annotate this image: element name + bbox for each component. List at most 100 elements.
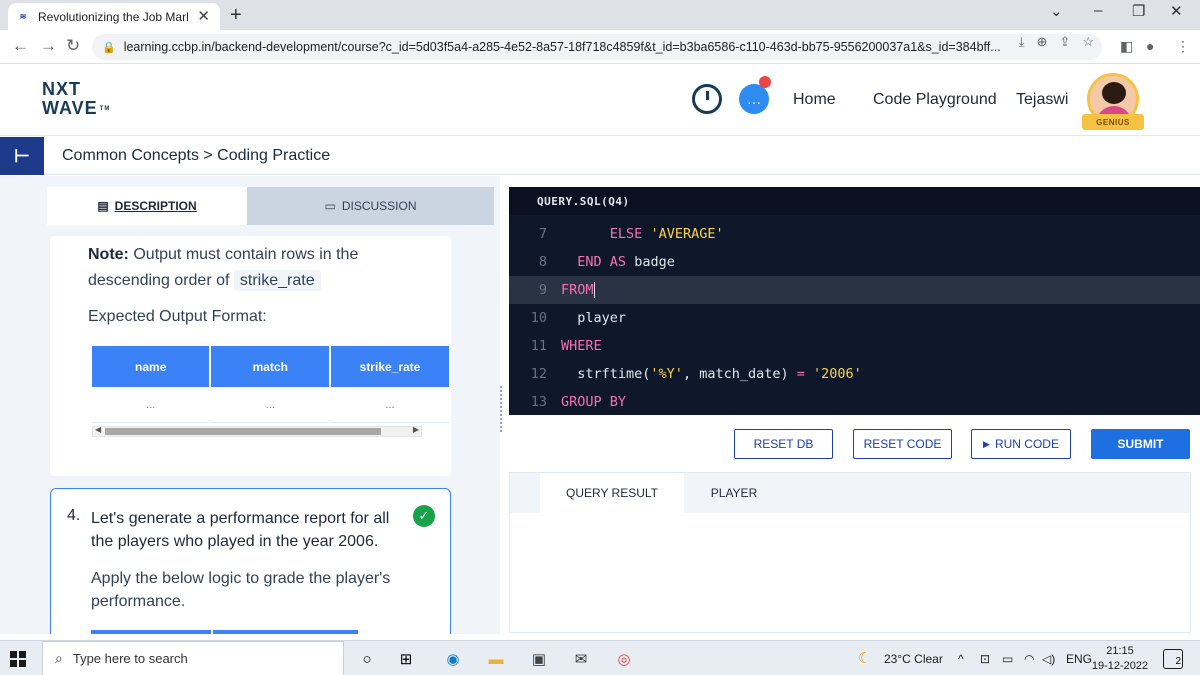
play-icon: ▶ (983, 438, 990, 449)
table-scrollbar[interactable]: ◀ ▶ (92, 425, 422, 437)
wifi-icon[interactable]: ◠ (1024, 652, 1034, 666)
line-code[interactable]: WHERE (561, 332, 602, 360)
line-number: 11 (530, 338, 547, 354)
tab-player[interactable]: PLAYER (684, 473, 784, 513)
back-icon[interactable]: ← (12, 36, 29, 56)
table-header-strip (213, 630, 358, 634)
minimize-icon[interactable]: – (1094, 2, 1102, 19)
logic-text: Apply the below logic to grade the playe… (91, 570, 391, 610)
lock-icon[interactable]: 🔒 (102, 41, 116, 54)
browser-tabbar: ≋ Revolutionizing the Job Market | ✕ + ⌄… (0, 0, 1200, 30)
editor-line[interactable]: 10 player (509, 304, 1200, 332)
bookmark-star-icon[interactable]: ☆ (1082, 34, 1094, 50)
code-token: strftime( (577, 366, 651, 382)
editor-line[interactable]: 11 WHERE (509, 332, 1200, 360)
url-text[interactable]: learning.ccbp.in/backend-development/cou… (124, 40, 1024, 54)
discussion-icon: ▭ (324, 199, 336, 213)
editor-line[interactable]: 8 END AS badge (509, 248, 1200, 276)
tab-discussion[interactable]: ▭ DISCUSSION (247, 187, 494, 225)
install-icon[interactable]: ⤓ (1019, 34, 1025, 50)
line-code[interactable]: player (561, 304, 626, 332)
browser-menu-icon[interactable]: ⋮ (1176, 38, 1190, 55)
omnibox-actions: ⤓ ⊕ ⇪ ☆ (1019, 34, 1094, 50)
scroll-right-icon[interactable]: ▶ (413, 425, 419, 434)
mail-icon[interactable]: ✉ (569, 647, 593, 671)
tab-search-icon[interactable]: ⌄ (1050, 2, 1063, 20)
submit-button[interactable]: SUBMIT (1091, 429, 1190, 459)
window-close-icon[interactable]: ✕ (1170, 2, 1183, 20)
scroll-left-icon[interactable]: ◀ (95, 425, 101, 434)
store-icon[interactable]: ▣ (527, 647, 551, 671)
run-code-label: RUN CODE (994, 437, 1059, 451)
battery-icon[interactable]: ▭ (1002, 652, 1013, 666)
line-number: 10 (530, 310, 547, 326)
editor-line[interactable]: 12 strftime('%Y', match_date) = '2006' (509, 360, 1200, 388)
nav-user-name[interactable]: Tejaswi (1016, 91, 1068, 109)
code-token: badge (626, 254, 675, 270)
search-placeholder: Type here to search (72, 651, 188, 666)
new-tab-button[interactable]: + (230, 4, 242, 27)
file-explorer-icon[interactable]: ▬ (484, 647, 508, 671)
result-tabs: QUERY RESULT PLAYER (510, 473, 1190, 513)
browser-tab[interactable]: ≋ Revolutionizing the Job Market | ✕ (8, 3, 220, 30)
address-bar[interactable]: 🔒 learning.ccbp.in/backend-development/c… (92, 34, 1102, 60)
nav-code-playground[interactable]: Code Playground (873, 91, 997, 109)
tab-query-result[interactable]: QUERY RESULT (540, 473, 684, 513)
zoom-icon[interactable]: ⊕ (1037, 34, 1048, 50)
editor-line[interactable]: 13 GROUP BY (509, 388, 1200, 415)
line-code[interactable]: ELSE 'AVERAGE' (561, 220, 724, 248)
scrollbar-thumb[interactable] (105, 428, 381, 435)
editor-line[interactable]: 9 FROM (509, 276, 1200, 304)
windows-start-icon[interactable] (10, 651, 26, 667)
task-view-icon[interactable]: ⊞ (394, 647, 418, 671)
cortana-icon[interactable]: ○ (355, 647, 379, 671)
volume-icon[interactable]: ◁) (1042, 652, 1055, 666)
logo-line1: NXT (42, 79, 81, 99)
system-clock[interactable]: 21:15 19-12-2022 (1090, 644, 1150, 674)
clock-time: 21:15 (1106, 645, 1134, 657)
reset-db-button[interactable]: RESET DB (734, 429, 833, 459)
restore-icon[interactable]: ❐ (1132, 2, 1145, 20)
nav-home[interactable]: Home (793, 91, 836, 109)
tray-app-icon[interactable]: ⊡ (980, 652, 990, 666)
close-tab-icon[interactable]: ✕ (197, 7, 210, 25)
line-code[interactable]: strftime('%Y', match_date) = '2006' (561, 360, 862, 388)
weather-text[interactable]: 23°C Clear (884, 652, 943, 666)
tray-chevron-icon[interactable]: ^ (958, 652, 964, 666)
language-indicator[interactable]: ENG (1066, 652, 1092, 666)
breadcrumb[interactable]: Common Concepts > Coding Practice (62, 147, 330, 165)
code-token: = (796, 366, 805, 382)
code-token: END (577, 254, 602, 270)
timer-icon[interactable] (692, 84, 722, 114)
editor-line[interactable]: 7 ELSE 'AVERAGE' (509, 220, 1200, 248)
chat-icon[interactable]: … (739, 84, 769, 114)
search-icon: ⌕ (55, 650, 63, 666)
table-header-strike-rate: strike_rate (331, 346, 449, 387)
table-cell: ... (92, 387, 210, 423)
profile-icon[interactable]: ● (1146, 38, 1154, 54)
run-code-button[interactable]: ▶ RUN CODE (971, 429, 1071, 459)
notification-center-icon[interactable]: 2 (1163, 649, 1183, 669)
reset-code-button[interactable]: RESET CODE (853, 429, 952, 459)
taskbar-search[interactable]: ⌕ Type here to search (42, 641, 344, 675)
nxtwave-logo[interactable]: NXT WAVE TM (42, 80, 110, 119)
panel-resize-handle[interactable] (500, 386, 504, 432)
line-number: 12 (530, 366, 547, 382)
line-code[interactable]: FROM (561, 276, 595, 304)
site-favicon-icon: ≋ (19, 12, 27, 21)
side-panel-icon[interactable]: ◧ (1120, 38, 1133, 55)
reload-icon[interactable]: ↻ (66, 36, 80, 56)
weather-moon-icon[interactable]: ☾ (858, 649, 871, 667)
tab-description[interactable]: ▤ DESCRIPTION (47, 187, 247, 225)
sidebar-toggle-icon[interactable]: ⊢ (0, 137, 44, 175)
question-card[interactable]: 4. Let's generate a performance report f… (50, 488, 451, 634)
line-code[interactable]: GROUP BY (561, 388, 626, 415)
share-icon[interactable]: ⇪ (1059, 34, 1070, 50)
forward-icon[interactable]: → (40, 36, 57, 56)
chrome-icon[interactable]: ◎ (612, 647, 636, 671)
app-header: NXT WAVE TM … Home Code Playground Tejasw… (0, 64, 1200, 136)
edge-icon[interactable]: ◉ (441, 647, 465, 671)
code-editor[interactable]: QUERY.SQL(Q4) 7 ELSE 'AVERAGE' 8 END AS b… (509, 187, 1200, 415)
line-code[interactable]: END AS badge (561, 248, 675, 276)
